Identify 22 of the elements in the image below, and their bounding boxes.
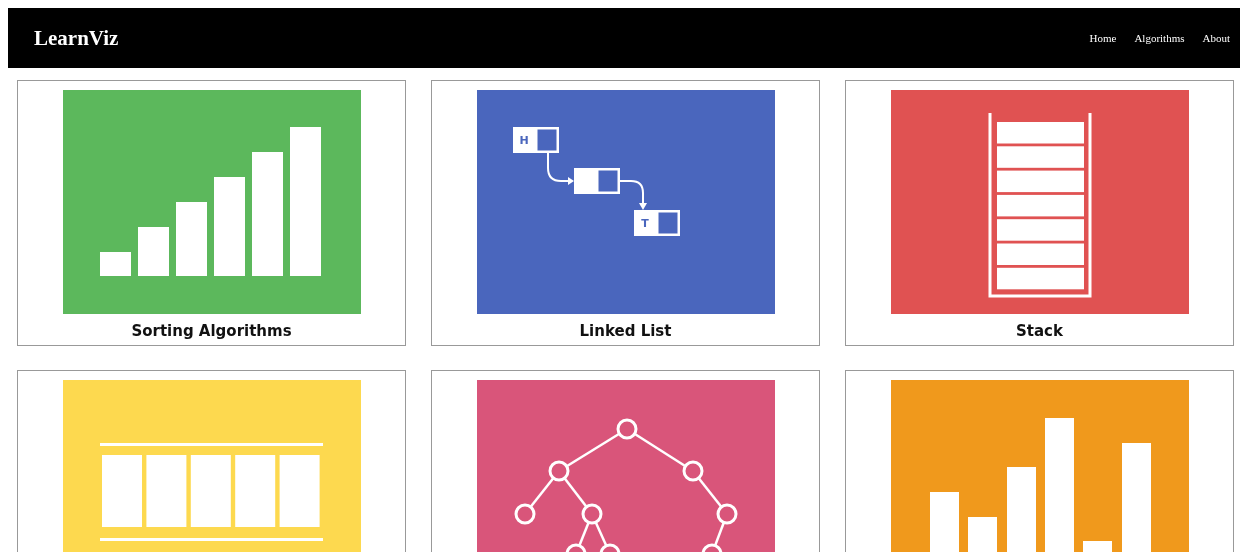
topic-card[interactable]: H T Linked List xyxy=(431,80,820,346)
nav-link[interactable]: About xyxy=(1202,32,1230,44)
topic-card[interactable]: Stack xyxy=(845,80,1234,346)
arrow-drawing xyxy=(546,152,574,185)
topic-card[interactable]: Sorting Algorithms xyxy=(17,80,406,346)
bar xyxy=(99,252,131,276)
brand-logo[interactable]: LearnViz xyxy=(34,25,119,51)
card-title: Sorting Algorithms xyxy=(131,322,292,340)
card-title: Linked List xyxy=(579,322,672,340)
bar xyxy=(929,492,959,552)
bar xyxy=(967,517,997,552)
nav-link[interactable]: Algorithms xyxy=(1134,32,1185,44)
bar xyxy=(1082,541,1112,552)
arrow-drawing xyxy=(618,180,647,210)
card-title: Stack xyxy=(1016,322,1063,340)
nav-link[interactable]: Home xyxy=(1089,32,1117,44)
node-label: H xyxy=(518,134,529,147)
list-node-drawing xyxy=(512,127,559,153)
list-node-drawing xyxy=(633,210,680,236)
node-label: T xyxy=(640,217,649,230)
list-node-drawing xyxy=(573,168,620,194)
bar xyxy=(137,227,169,276)
